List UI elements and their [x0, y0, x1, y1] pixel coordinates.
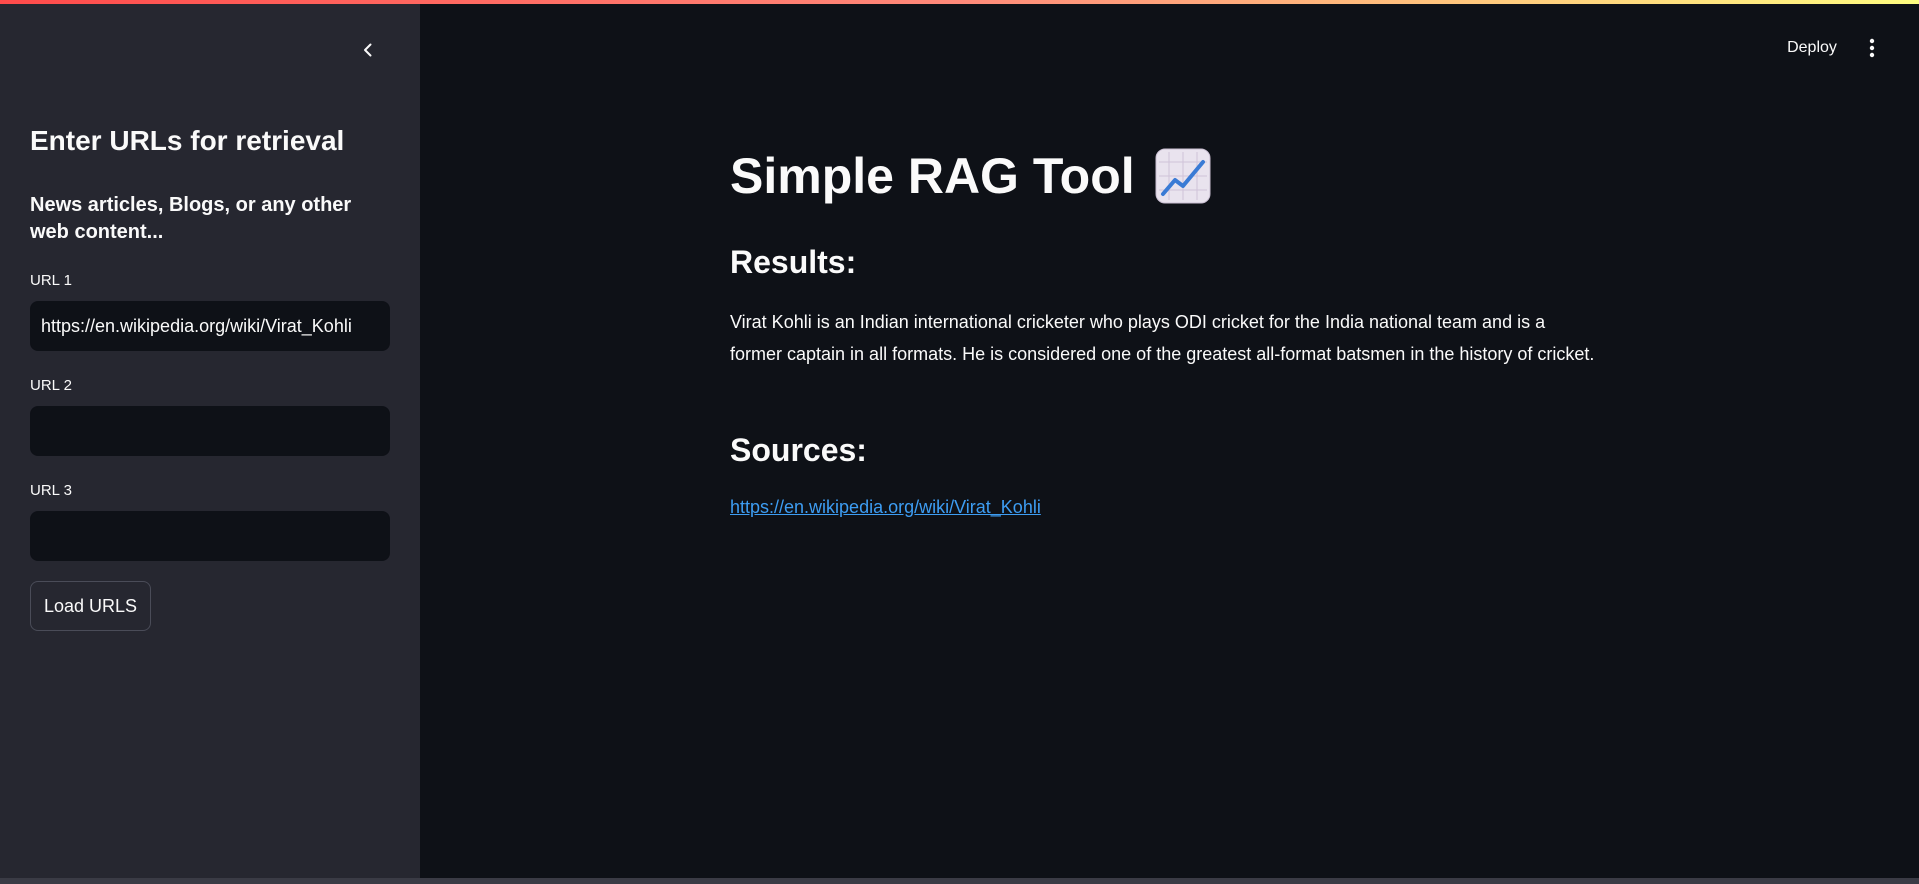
url-2-input[interactable]	[30, 406, 390, 456]
url-2-label: URL 2	[30, 377, 72, 394]
main-menu-button[interactable]	[1858, 34, 1886, 62]
sidebar-subtitle: News articles, Blogs, or any other web c…	[30, 194, 352, 243]
url-3-input[interactable]	[30, 511, 390, 561]
url-1-input[interactable]	[30, 301, 390, 351]
source-link[interactable]: https://en.wikipedia.org/wiki/Virat_Kohl…	[730, 497, 1041, 518]
page-title: Simple RAG Tool	[730, 146, 1211, 206]
results-heading: Results:	[730, 244, 857, 280]
sidebar-title: Enter URLs for retrieval	[30, 125, 345, 156]
sources-heading: Sources:	[730, 432, 867, 468]
url-3-label: URL 3	[30, 482, 72, 499]
sidebar: Enter URLs for retrieval News articles, …	[0, 0, 420, 878]
chevron-left-icon	[364, 43, 372, 57]
answer-text: Virat Kohli is an Indian international c…	[730, 312, 1595, 364]
bottom-strip	[0, 878, 1919, 884]
collapse-sidebar-button[interactable]	[354, 36, 382, 64]
deploy-button[interactable]: Deploy	[1774, 34, 1850, 62]
chart-increasing-icon	[1155, 148, 1211, 204]
header-accent-bar	[0, 0, 1919, 4]
vertical-dots-icon	[1869, 38, 1875, 58]
load-urls-button[interactable]: Load URLS	[30, 581, 151, 631]
page-title-text: Simple RAG Tool	[730, 148, 1135, 204]
url-1-label: URL 1	[30, 272, 72, 289]
